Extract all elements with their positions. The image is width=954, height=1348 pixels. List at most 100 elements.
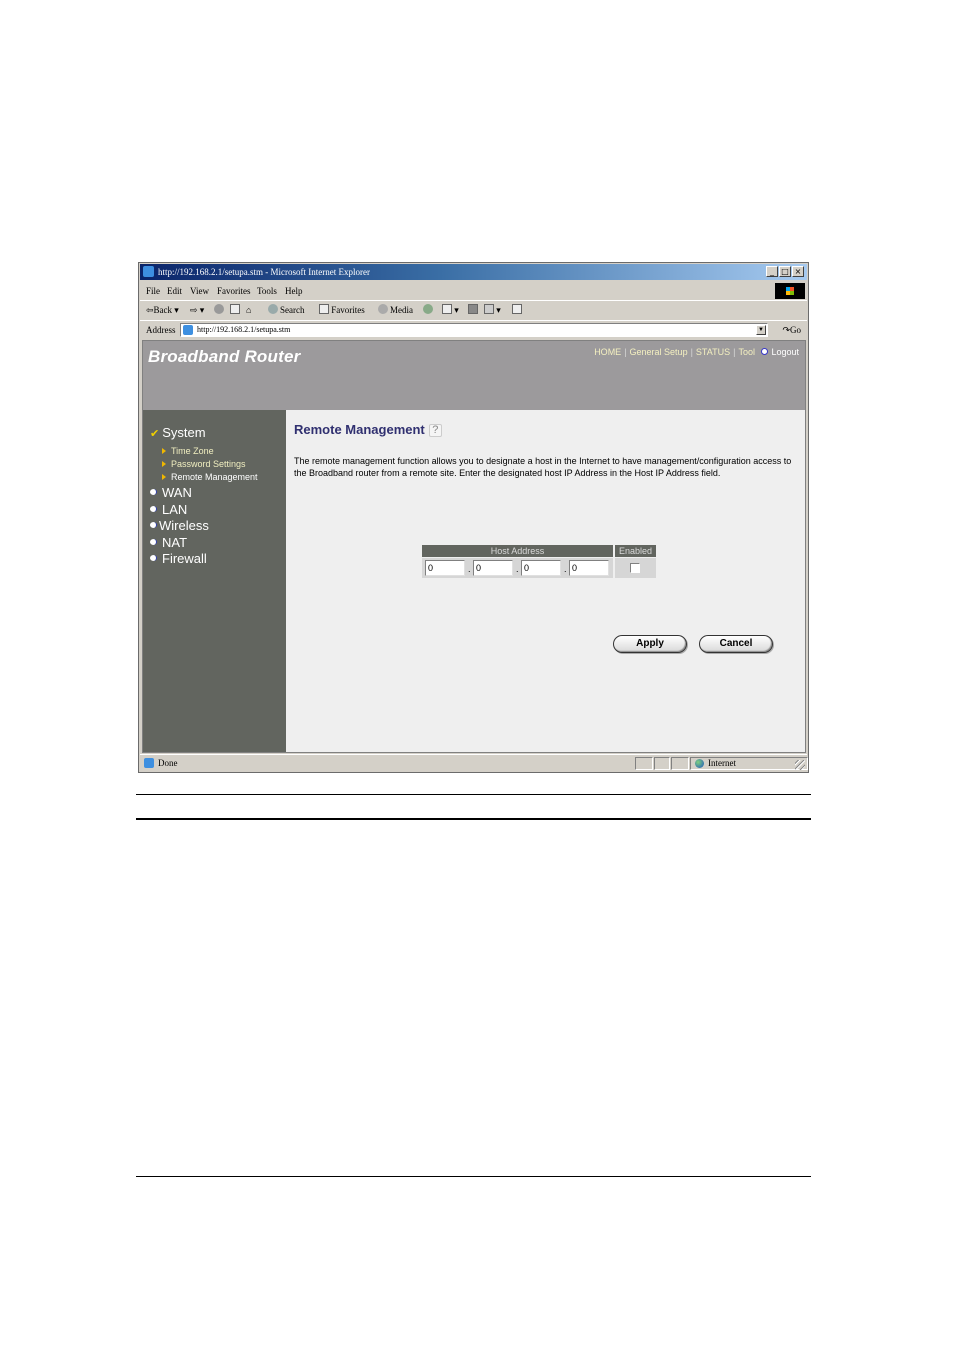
status-pane: [671, 757, 689, 770]
window-title: http://192.168.2.1/setupa.stm - Microsof…: [158, 267, 370, 277]
divider-line: [136, 794, 811, 795]
go-label: Go: [790, 325, 801, 335]
arrow-icon: [162, 461, 166, 467]
checkmark-icon: ✔: [150, 428, 160, 440]
sidebar-subitem-password-settings[interactable]: Password Settings: [162, 459, 246, 469]
menu-help[interactable]: Help: [285, 282, 303, 300]
sidebar-item-lan[interactable]: LAN: [150, 502, 187, 517]
sidebar-subitem-label: Password Settings: [171, 459, 246, 469]
stop-button[interactable]: [214, 301, 226, 320]
main-content: Remote Management? The remote management…: [286, 410, 805, 752]
nav-separator: |: [624, 347, 627, 357]
nav-separator: |: [733, 347, 736, 357]
mail-button[interactable]: ▾: [442, 301, 459, 320]
browser-window: http://192.168.2.1/setupa.stm - Microsof…: [138, 262, 809, 773]
minimize-button[interactable]: _: [766, 266, 778, 277]
menu-bar: File Edit View Favorites Tools Help: [140, 282, 807, 301]
media-button[interactable]: Media: [378, 301, 413, 320]
menu-edit[interactable]: Edit: [167, 282, 182, 300]
ip-separator: .: [516, 564, 519, 574]
nav-home[interactable]: HOME: [594, 347, 621, 357]
sidebar-item-nat[interactable]: NAT: [150, 535, 187, 550]
status-pane: [654, 757, 670, 770]
sidebar-item-label: NAT: [162, 535, 188, 550]
menu-file[interactable]: File: [146, 282, 160, 300]
sidebar-item-system[interactable]: ✔ System: [150, 425, 206, 440]
title-bar: http://192.168.2.1/setupa.stm - Microsof…: [140, 264, 807, 280]
host-address-header: Host Address: [422, 545, 613, 557]
divider-line: [136, 1176, 811, 1177]
media-icon: [378, 304, 388, 314]
page-title-text: Remote Management: [294, 422, 425, 437]
router-header: Broadband Router HOME | General Setup | STAT…: [143, 341, 805, 410]
windows-logo-icon: [775, 283, 805, 299]
bullet-icon: [150, 522, 157, 528]
help-icon[interactable]: ?: [428, 424, 442, 437]
cancel-button[interactable]: Cancel: [699, 635, 773, 653]
enabled-checkbox[interactable]: [630, 563, 640, 573]
back-label: ⇦Back: [146, 305, 173, 315]
ip-octet-3-input[interactable]: 0: [521, 560, 561, 576]
ip-octet-2-input[interactable]: 0: [473, 560, 513, 576]
bullet-icon: [150, 555, 157, 561]
forward-button[interactable]: ⇨ ▾: [190, 301, 204, 320]
search-icon: [268, 304, 278, 314]
refresh-icon: [230, 304, 240, 314]
toolbar: ⇦Back ▾ ⇨ ▾ ⌂ Search Favorites Media ▾ ▾: [140, 301, 807, 321]
nav-status[interactable]: STATUS: [696, 347, 730, 357]
sidebar-item-firewall[interactable]: Firewall: [150, 551, 207, 566]
maximize-button[interactable]: □: [779, 266, 791, 277]
arrow-icon: [162, 474, 166, 480]
ip-octet-4-input[interactable]: 0: [569, 560, 609, 576]
sidebar-item-wan[interactable]: WAN: [150, 485, 192, 500]
print-button[interactable]: [468, 301, 478, 320]
host-address-row: 0 . 0 . 0 . 0: [422, 558, 613, 578]
home-icon: ⌂: [246, 305, 252, 315]
sidebar-subitem-time-zone[interactable]: Time Zone: [162, 446, 214, 456]
bullet-icon: [150, 539, 157, 545]
history-button[interactable]: [423, 301, 435, 320]
sidebar: ✔ System Time Zone Password Settings Remo…: [143, 410, 286, 752]
menu-favorites[interactable]: Favorites: [217, 282, 251, 300]
refresh-button[interactable]: [230, 301, 240, 320]
logout-icon: [761, 348, 769, 355]
sidebar-item-wireless[interactable]: Wireless: [150, 518, 209, 533]
ip-separator: .: [468, 564, 471, 574]
close-button[interactable]: ×: [792, 266, 804, 277]
address-input[interactable]: http://192.168.2.1/setupa.stm ▼: [180, 323, 768, 337]
arrow-icon: [162, 448, 166, 454]
sidebar-subitem-label: Time Zone: [171, 446, 214, 456]
search-button[interactable]: Search: [268, 301, 305, 320]
address-dropdown-icon[interactable]: ▼: [756, 325, 766, 335]
favorites-icon: [319, 304, 329, 314]
favorites-button[interactable]: Favorites: [319, 301, 365, 320]
menu-tools[interactable]: Tools: [257, 282, 277, 300]
sidebar-item-label: System: [162, 425, 206, 440]
menu-view[interactable]: View: [190, 282, 209, 300]
nav-logout[interactable]: Logout: [771, 347, 799, 357]
apply-button[interactable]: Apply: [613, 635, 687, 653]
sidebar-subitem-label: Remote Management: [171, 472, 258, 482]
print-icon: [468, 304, 478, 314]
sidebar-item-label: Wireless: [159, 518, 209, 533]
ip-octet-1-input[interactable]: 0: [425, 560, 465, 576]
back-button[interactable]: ⇦Back ▾: [146, 301, 179, 320]
resize-grip-icon[interactable]: [795, 760, 805, 770]
go-button[interactable]: ↷Go: [782, 321, 801, 339]
status-text: Done: [158, 758, 178, 768]
nav-general-setup[interactable]: General Setup: [630, 347, 688, 357]
sidebar-item-label: WAN: [162, 485, 192, 500]
page-title: Remote Management?: [294, 422, 442, 437]
address-bar: Address http://192.168.2.1/setupa.stm ▼ …: [140, 321, 807, 339]
discuss-button[interactable]: [512, 301, 522, 320]
globe-icon: [695, 759, 704, 768]
enabled-cell: [615, 558, 656, 578]
home-button[interactable]: ⌂: [246, 301, 251, 320]
nav-tool[interactable]: Tool: [738, 347, 755, 357]
edit-button[interactable]: ▾: [484, 301, 501, 320]
page-done-icon: [144, 758, 154, 768]
sidebar-subitem-remote-management[interactable]: Remote Management: [162, 472, 258, 482]
mail-icon: [442, 304, 452, 314]
enabled-header: Enabled: [615, 545, 656, 557]
stop-icon: [214, 304, 224, 314]
